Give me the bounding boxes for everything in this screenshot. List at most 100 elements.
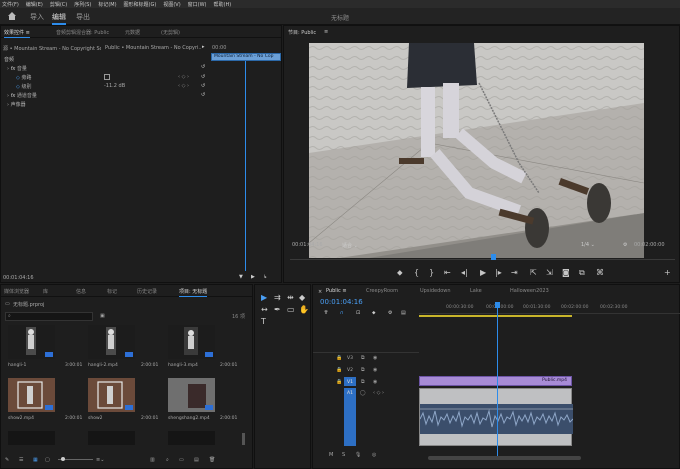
tab-media-browser[interactable]: 媒体浏览器: [4, 288, 29, 295]
playback-icon[interactable]: ▶: [251, 274, 255, 280]
reset-bypass-icon[interactable]: ↺: [201, 74, 205, 80]
menu-file[interactable]: 文件(F): [2, 1, 19, 8]
track-select-icon[interactable]: ⇉: [274, 293, 281, 302]
delete-icon[interactable]: 🗑: [209, 457, 215, 463]
thumb-show2-mp4[interactable]: [8, 378, 55, 412]
solo-icon[interactable]: S: [342, 452, 345, 458]
tab-no-clip[interactable]: (无剪辑): [161, 29, 180, 36]
export-icon[interactable]: ↳: [263, 274, 267, 280]
eye-icon[interactable]: ◉: [373, 379, 377, 385]
sync-lock-icon[interactable]: ⧉: [361, 355, 365, 361]
lock-icon[interactable]: 🔒: [336, 379, 342, 385]
find-icon[interactable]: ⌕: [166, 457, 169, 463]
source-patch-a1[interactable]: [344, 388, 356, 446]
panel-menu-icon[interactable]: ≡: [324, 29, 328, 35]
eye-icon[interactable]: ◉: [373, 367, 377, 373]
volume-keyframe-icon[interactable]: ◯: [360, 390, 366, 396]
quality-dropdown[interactable]: 1/4 ⌄: [581, 242, 595, 248]
tab-library[interactable]: 库: [43, 288, 48, 295]
menu-help[interactable]: 帮助(H): [214, 1, 232, 8]
seq-tab-upsidedown[interactable]: Upsidedown: [420, 288, 451, 294]
linked-selection-icon[interactable]: ⊡: [356, 310, 360, 316]
add-button-icon[interactable]: +: [664, 268, 671, 277]
razor-tool-icon[interactable]: ◆: [299, 293, 305, 302]
play-button[interactable]: ▶: [480, 268, 486, 277]
add-marker-timeline-icon[interactable]: ⬥: [372, 310, 376, 316]
source-clip-label[interactable]: 源 • Mountain Stream - No Copyright So...: [3, 45, 101, 52]
keyframe-nav-level[interactable]: ‹ ◇ ›: [178, 83, 189, 89]
reset-volume-icon[interactable]: ↺: [201, 64, 205, 70]
tab-markers[interactable]: 标记: [107, 288, 117, 295]
reset-level-icon[interactable]: ↺: [201, 83, 205, 89]
video-frame[interactable]: [309, 43, 644, 258]
zoom-slider-handle[interactable]: [61, 457, 65, 461]
mark-out-icon[interactable]: }: [429, 268, 434, 277]
level-value[interactable]: -11.2 dB: [104, 83, 125, 89]
record-icon[interactable]: 🎙: [355, 452, 361, 458]
channel-volume-row[interactable]: › fx 通道音量: [7, 92, 37, 99]
program-title[interactable]: 节目: Public: [288, 29, 316, 36]
thumb-show2[interactable]: [88, 378, 135, 412]
snap-icon[interactable]: ∩: [340, 310, 344, 316]
freeform-view-icon[interactable]: ▢: [45, 457, 50, 463]
thumb-hangli-1[interactable]: [8, 325, 55, 359]
mini-timeline-clip[interactable]: Mountain Stream - No Cop: [211, 53, 281, 61]
voiceover-icon[interactable]: ◎: [372, 452, 376, 458]
step-back-icon[interactable]: ◂|: [461, 268, 468, 277]
tab-effect-controls[interactable]: 效果控件 ≡: [4, 29, 30, 38]
step-forward-icon[interactable]: |▸: [495, 268, 502, 277]
menu-sequence[interactable]: 序列(S): [74, 1, 91, 8]
hand-tool-icon[interactable]: ✋: [299, 305, 309, 314]
menu-clip[interactable]: 剪辑(C): [50, 1, 67, 8]
extract-icon[interactable]: ⇲: [546, 268, 553, 277]
keyframe-nav-icon[interactable]: ‹ ◇ ›: [373, 390, 384, 396]
timeline-timecode[interactable]: 00:01:04:16: [320, 298, 363, 306]
mini-playhead[interactable]: [245, 61, 246, 271]
menu-graphics[interactable]: 图形和标题(G): [124, 1, 157, 8]
thumb-hangli-3[interactable]: [168, 325, 215, 359]
close-sequence-icon[interactable]: ×: [318, 289, 322, 295]
automate-icon[interactable]: ▥: [150, 457, 155, 463]
tab-history[interactable]: 历史记录: [137, 288, 157, 295]
scrollbar[interactable]: [242, 433, 245, 445]
seq-tab-public[interactable]: Public ≡: [326, 288, 347, 294]
menu-window[interactable]: 窗口(W): [188, 1, 207, 8]
vr-icon[interactable]: ⌘: [596, 268, 604, 277]
seq-tab-creepyroom[interactable]: CreepyRoom: [366, 288, 398, 294]
timeline-playhead[interactable]: [497, 308, 498, 458]
slip-tool-icon[interactable]: ↔: [261, 305, 268, 314]
thumb-partial[interactable]: [88, 431, 135, 445]
go-to-in-icon[interactable]: ⇤: [444, 268, 451, 277]
filter-icon[interactable]: ▼: [239, 274, 243, 280]
mark-in-icon[interactable]: {: [414, 268, 419, 277]
reset-channel-icon[interactable]: ↺: [201, 92, 205, 98]
ripple-edit-icon[interactable]: ⇹: [287, 293, 294, 302]
panner-row[interactable]: › 声像器: [7, 101, 26, 108]
icon-view-icon[interactable]: ▦: [33, 457, 38, 463]
wrench-icon[interactable]: ⚙: [623, 242, 627, 248]
scrub-playhead[interactable]: [491, 254, 496, 260]
thumb-shengshang2[interactable]: [168, 378, 215, 412]
list-view-icon[interactable]: ☰: [19, 457, 23, 463]
tab-project[interactable]: 项目: 无标题: [179, 288, 208, 297]
mute-icon[interactable]: M: [329, 452, 333, 458]
lock-icon[interactable]: 🔒: [336, 367, 342, 373]
menu-edit[interactable]: 编辑(E): [26, 1, 43, 8]
captions-icon[interactable]: ▤: [401, 310, 406, 316]
lock-icon[interactable]: 🔒: [336, 355, 342, 361]
tab-info[interactable]: 信息: [76, 288, 86, 295]
selection-tool-icon[interactable]: ▶: [261, 293, 267, 302]
menu-marker[interactable]: 标记(M): [98, 1, 116, 8]
keyframe-nav[interactable]: ‹ ◇ ›: [178, 74, 189, 80]
work-area-bar[interactable]: [419, 315, 572, 317]
expand-arrow-icon[interactable]: ▸: [202, 44, 205, 50]
effect-controls-timecode[interactable]: 00:01:04:16: [3, 275, 34, 281]
pencil-icon[interactable]: ✎: [5, 457, 9, 463]
new-bin-bottom-icon[interactable]: ▭: [179, 457, 184, 463]
program-timecode[interactable]: 00:01:04:16: [292, 242, 323, 248]
timeline-scrollbar[interactable]: [428, 456, 581, 460]
tab-metadata[interactable]: 元数据: [125, 29, 140, 36]
timeline-settings-icon[interactable]: ⚙: [388, 310, 392, 316]
seq-tab-lake[interactable]: Lake: [470, 288, 482, 294]
tab-audio-clip-mixer[interactable]: 音频剪辑混合器: Public: [56, 29, 109, 36]
